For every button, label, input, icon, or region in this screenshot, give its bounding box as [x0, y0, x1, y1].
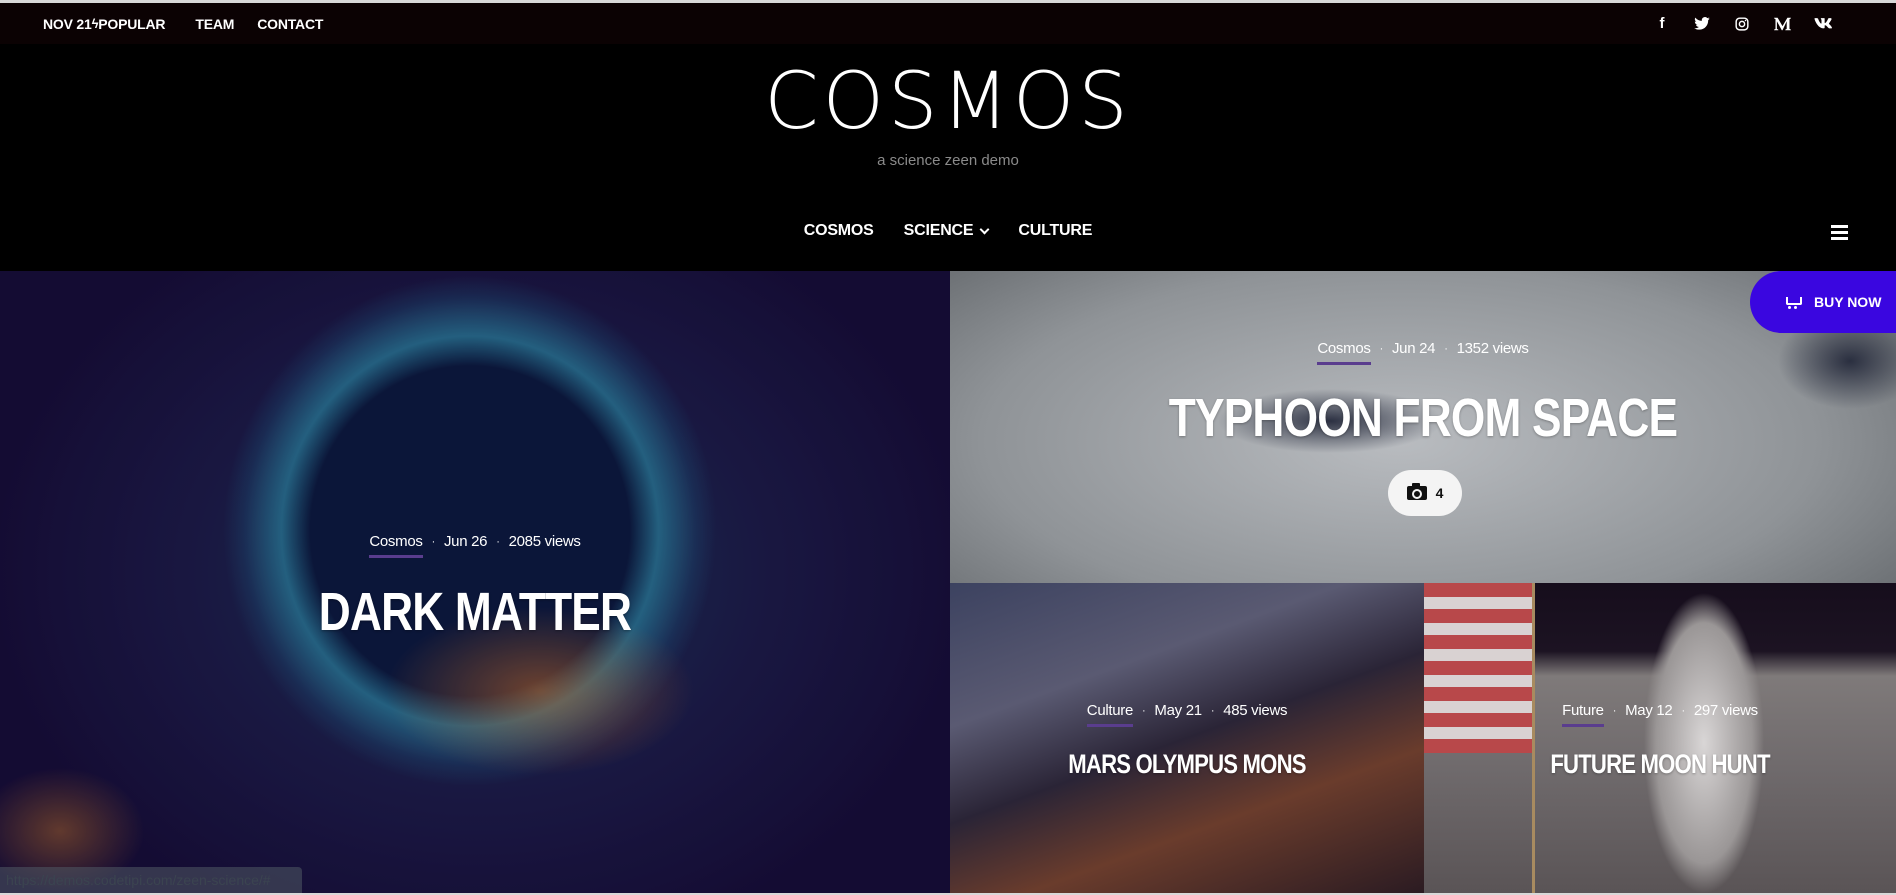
bolt-icon: ϟ: [91, 16, 99, 31]
main-nav: COSMOS SCIENCE CULTURE: [0, 222, 1896, 240]
buy-now-button[interactable]: BUY NOW: [1750, 271, 1896, 333]
meta-separator: ·: [496, 535, 500, 548]
social-links: f: [1642, 3, 1842, 44]
post-meta: Cosmos · Jun 24 · 1352 views: [1317, 340, 1529, 365]
post-title[interactable]: DARK MATTER: [86, 581, 865, 643]
post-date: Jun 24: [1391, 340, 1436, 357]
camera-icon: [1406, 483, 1427, 500]
post-views: 485 views: [1223, 702, 1288, 719]
buy-now-label: BUY NOW: [1814, 294, 1882, 310]
facebook-icon[interactable]: f: [1642, 15, 1682, 32]
vk-icon[interactable]: [1802, 18, 1842, 29]
post-tile-dark-matter[interactable]: Cosmos · Jun 26 · 2085 views DARK MATTER: [0, 271, 950, 893]
post-title[interactable]: TYPHOON FROM SPACE: [1035, 387, 1811, 449]
hamburger-icon[interactable]: [1831, 225, 1848, 240]
post-category[interactable]: Cosmos: [369, 533, 423, 558]
browser-status-url: https://demos.codetipi.com/zeen-science/…: [0, 867, 302, 893]
site-logo[interactable]: COSMOS: [0, 62, 1896, 142]
flag-pole: [1532, 583, 1535, 893]
nav-item-culture[interactable]: CULTURE: [1018, 222, 1092, 240]
meta-separator: ·: [1379, 342, 1384, 355]
post-image: [950, 583, 1424, 893]
nav-label: SCIENCE: [903, 222, 974, 239]
twitter-icon[interactable]: [1682, 17, 1722, 30]
post-views: 2085 views: [508, 533, 581, 550]
nav-label: CULTURE: [1018, 222, 1093, 239]
astronaut-image-detail: [1644, 593, 1764, 893]
post-title[interactable]: MARS OLYMPUS MONS: [993, 749, 1382, 780]
medium-icon[interactable]: [1762, 17, 1802, 31]
instagram-icon[interactable]: [1722, 16, 1762, 31]
post-date: Jun 26: [443, 533, 488, 550]
post-views: 297 views: [1693, 702, 1758, 719]
meta-separator: ·: [1612, 704, 1617, 717]
current-date: NOV 21: [43, 15, 92, 32]
flag-image-detail: [1424, 583, 1532, 753]
meta-separator: ·: [431, 535, 436, 548]
post-meta: Culture · May 21 · 485 views: [1086, 702, 1288, 727]
post-date: May 21: [1154, 702, 1202, 719]
chevron-down-icon: [979, 224, 990, 234]
post-tile-mars[interactable]: Culture · May 21 · 485 views MARS OLYMPU…: [950, 583, 1424, 893]
meta-separator: ·: [1681, 704, 1685, 717]
nav-item-science[interactable]: SCIENCE: [903, 222, 990, 240]
meta-separator: ·: [1142, 704, 1146, 717]
post-tile-moon[interactable]: Future · May 12 · 297 views FUTURE MOON …: [1424, 583, 1896, 893]
cart-icon: [1784, 295, 1802, 309]
popular-label: POPULAR: [98, 15, 166, 32]
page: NOV 21 ϟ POPULAR TEAM CONTACT f COSMOS a…: [0, 0, 1896, 895]
post-meta: Cosmos · Jun 26 · 2085 views: [369, 533, 581, 558]
gallery-count: 4: [1435, 485, 1444, 501]
post-category[interactable]: Future: [1562, 702, 1604, 727]
site-tagline: a science zeen demo: [877, 152, 1019, 169]
post-meta: Future · May 12 · 297 views: [1562, 702, 1758, 727]
gallery-count-badge[interactable]: 4: [1388, 470, 1462, 516]
popular-link[interactable]: ϟ POPULAR: [92, 16, 166, 32]
post-category[interactable]: Cosmos: [1317, 340, 1371, 365]
meta-separator: ·: [1210, 704, 1215, 717]
nav-item-cosmos[interactable]: COSMOS: [804, 222, 874, 240]
team-link[interactable]: TEAM: [195, 16, 234, 32]
post-date: May 12: [1625, 702, 1673, 719]
contact-link[interactable]: CONTACT: [257, 16, 323, 32]
top-bar: NOV 21 ϟ POPULAR TEAM CONTACT f: [0, 3, 1896, 44]
meta-separator: ·: [1444, 342, 1448, 355]
post-category[interactable]: Culture: [1086, 702, 1133, 727]
nav-label: COSMOS: [803, 222, 874, 239]
post-views: 1352 views: [1456, 340, 1529, 357]
post-title[interactable]: FUTURE MOON HUNT: [1466, 749, 1853, 780]
